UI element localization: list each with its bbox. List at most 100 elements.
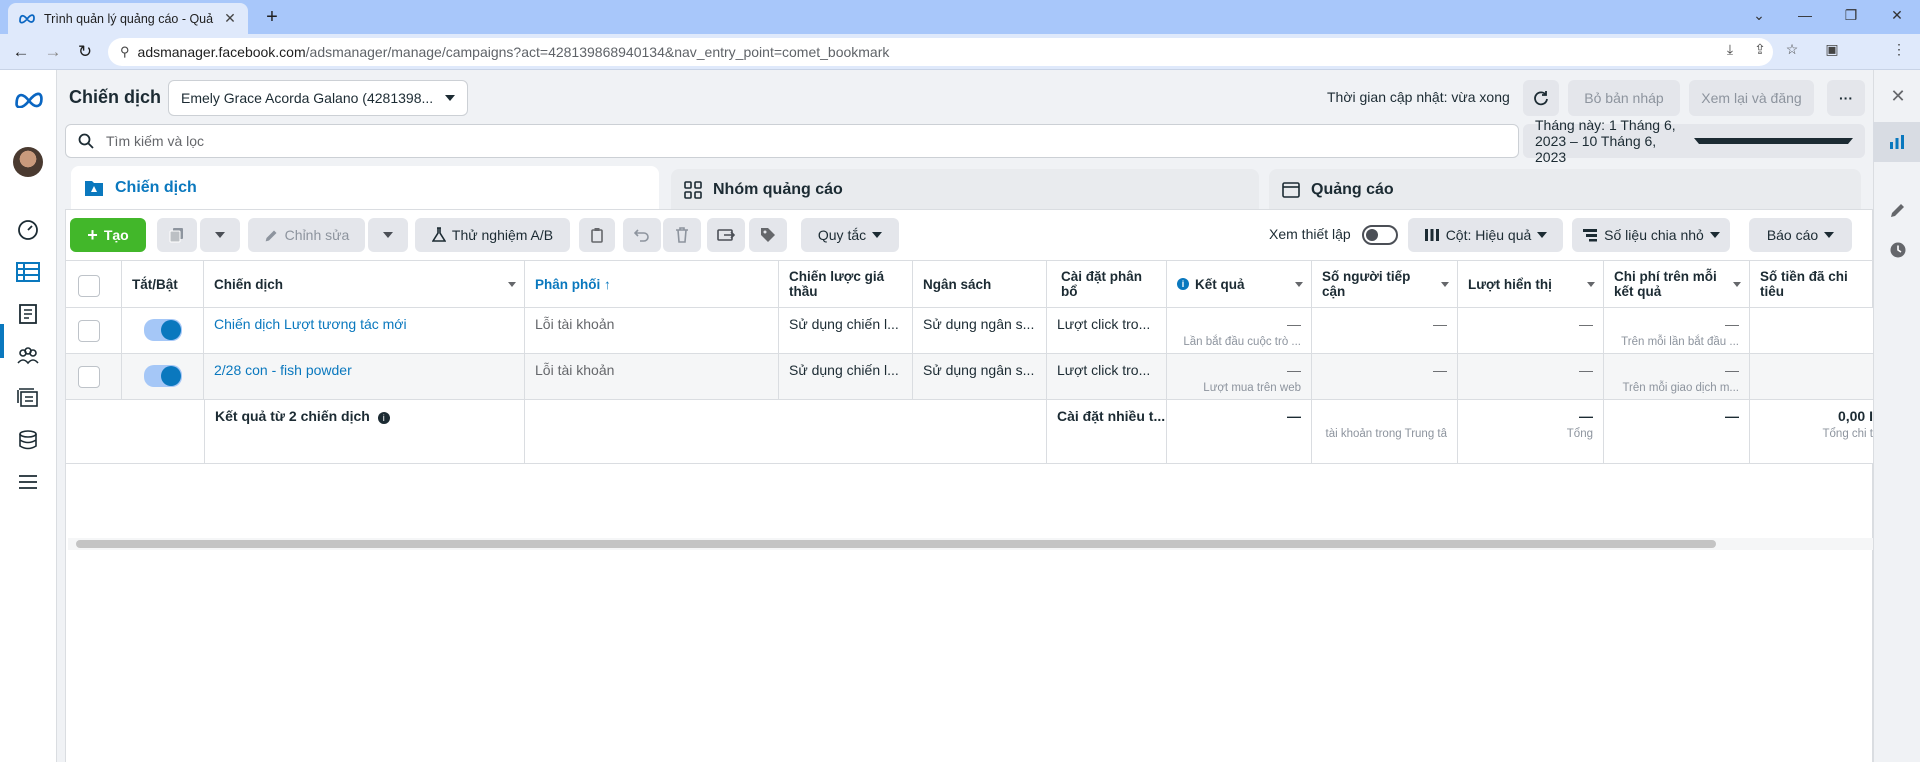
col-delivery[interactable]: Phân phối ↑ bbox=[525, 261, 779, 307]
rules-label: Quy tắc bbox=[817, 227, 867, 243]
attribution-cell: Lượt click tro... bbox=[1047, 354, 1167, 399]
columns-button[interactable]: Cột: Hiệu quả bbox=[1408, 218, 1563, 252]
tab-campaigns[interactable]: Chiến dịch bbox=[71, 166, 659, 210]
more-options-button[interactable]: ··· bbox=[1827, 80, 1865, 116]
ab-test-button[interactable]: Thử nghiệm A/B bbox=[415, 218, 570, 252]
campaign-name-link[interactable]: 2/28 con - fish powder bbox=[214, 362, 352, 378]
media-library-icon[interactable] bbox=[14, 384, 42, 412]
create-button[interactable]: + Tạo bbox=[70, 218, 146, 252]
total-impressions-note: Tổng bbox=[1566, 428, 1593, 440]
tab-close-icon[interactable]: ✕ bbox=[222, 10, 238, 27]
chevron-down-icon bbox=[1824, 232, 1835, 238]
create-label: Tạo bbox=[103, 227, 129, 243]
col-reach-label: Số người tiếp cận bbox=[1322, 269, 1411, 299]
browser-tab[interactable]: Trình quản lý quảng cáo - Quản lý ✕ bbox=[8, 3, 248, 34]
select-all-checkbox[interactable] bbox=[78, 275, 100, 297]
col-campaign[interactable]: Chiến dịch bbox=[204, 261, 525, 307]
share-icon[interactable]: ⇪ bbox=[1751, 40, 1769, 58]
row-checkbox[interactable] bbox=[78, 320, 100, 342]
col-bid-strategy[interactable]: Chiến lược giá thầu bbox=[779, 261, 913, 307]
refresh-button[interactable] bbox=[1523, 80, 1559, 116]
install-icon[interactable]: ⤓ bbox=[1721, 40, 1739, 58]
export-button[interactable] bbox=[707, 218, 745, 252]
edit-dropdown-button[interactable] bbox=[368, 218, 408, 252]
campaign-name-link[interactable]: Chiến dịch Lượt tương tác mới bbox=[214, 316, 407, 332]
breakdown-button[interactable]: Số liệu chia nhỏ bbox=[1572, 218, 1730, 252]
sort-caret-icon bbox=[1733, 282, 1741, 287]
campaign-on-toggle[interactable] bbox=[144, 365, 182, 387]
delete-button[interactable] bbox=[663, 218, 701, 252]
tag-button[interactable] bbox=[749, 218, 787, 252]
info-circle-icon[interactable]: i bbox=[377, 412, 390, 424]
campaign-on-toggle[interactable] bbox=[144, 319, 182, 341]
all-tools-menu-icon[interactable] bbox=[14, 468, 42, 496]
pages-icon[interactable] bbox=[14, 300, 42, 328]
campaigns-table-icon[interactable] bbox=[14, 258, 42, 286]
address-bar: ← → ↻ ⚲ adsmanager.facebook.com/adsmanag… bbox=[0, 34, 1920, 98]
rules-button[interactable]: Quy tắc bbox=[801, 218, 899, 252]
clipboard-button[interactable] bbox=[579, 218, 615, 252]
back-button[interactable]: ← bbox=[9, 40, 33, 64]
date-range-picker[interactable]: Tháng này: 1 Tháng 6, 2023 – 10 Tháng 6,… bbox=[1523, 117, 1865, 165]
bid-cell: Sử dụng chiến l... bbox=[779, 308, 913, 353]
table-row[interactable]: 2/28 con - fish powder Lỗi tài khoản Sử … bbox=[66, 354, 1873, 400]
col-amount-spent[interactable]: Số tiền đã chi tiêu bbox=[1750, 261, 1873, 307]
row-checkbox[interactable] bbox=[78, 366, 100, 388]
tab-search-icon[interactable]: ⌄ bbox=[1736, 0, 1782, 30]
side-panel-icon[interactable]: ▣ bbox=[1823, 40, 1841, 58]
site-info-icon[interactable]: ⚲ bbox=[120, 44, 130, 60]
reach-cell: — bbox=[1312, 308, 1458, 353]
maximize-button[interactable]: ❐ bbox=[1828, 0, 1874, 30]
new-tab-button[interactable]: + bbox=[258, 5, 286, 29]
right-rail: ✕ bbox=[1873, 70, 1920, 762]
discard-drafts-button[interactable]: Bỏ bản nháp bbox=[1568, 80, 1680, 116]
browser-menu-icon[interactable]: ⋮ bbox=[1890, 40, 1908, 58]
duplicate-dropdown-button[interactable] bbox=[200, 218, 240, 252]
close-window-button[interactable]: ✕ bbox=[1874, 0, 1920, 30]
col-attribution[interactable]: Cài đặt phân bổ bbox=[1047, 261, 1167, 307]
col-impressions[interactable]: Lượt hiển thị bbox=[1458, 261, 1604, 307]
budget-cell: Sử dụng ngân s... bbox=[913, 354, 1047, 399]
total-reach-cell: tài khoản trong Trung tâ bbox=[1312, 400, 1458, 463]
attribution-value: Lượt click tro... bbox=[1057, 316, 1151, 332]
tab-campaigns-label: Chiến dịch bbox=[115, 179, 197, 196]
charts-rail-button[interactable] bbox=[1873, 122, 1920, 162]
export-icon bbox=[717, 229, 735, 241]
horizontal-scrollbar[interactable] bbox=[76, 540, 1716, 548]
reload-button[interactable]: ↻ bbox=[73, 40, 97, 64]
total-results: — bbox=[1287, 408, 1301, 424]
col-results-label: Kết quả bbox=[1195, 276, 1245, 292]
meta-logo-icon[interactable] bbox=[13, 90, 45, 108]
duplicate-button[interactable] bbox=[157, 218, 197, 252]
tab-ad-sets[interactable]: Nhóm quảng cáo bbox=[671, 169, 1259, 210]
view-setup-toggle[interactable] bbox=[1362, 225, 1398, 245]
info-icon[interactable]: i bbox=[1177, 278, 1189, 290]
bookmark-star-icon[interactable]: ☆ bbox=[1783, 40, 1801, 58]
history-clock-icon[interactable] bbox=[1886, 238, 1910, 262]
flask-icon bbox=[431, 227, 446, 242]
url-field[interactable]: ⚲ adsmanager.facebook.com/adsmanager/man… bbox=[108, 38, 1773, 66]
reports-button[interactable]: Báo cáo bbox=[1749, 218, 1852, 252]
tab-ads[interactable]: Quảng cáo bbox=[1269, 169, 1861, 210]
overview-gauge-icon[interactable] bbox=[14, 216, 42, 244]
forward-button[interactable]: → bbox=[41, 40, 65, 64]
edit-button[interactable]: Chỉnh sửa bbox=[248, 218, 365, 252]
review-publish-button[interactable]: Xem lại và đăng bbox=[1689, 80, 1814, 116]
edit-pencil-icon[interactable] bbox=[1886, 198, 1910, 222]
undo-button[interactable] bbox=[623, 218, 661, 252]
search-filter-input[interactable]: Tìm kiếm và lọc bbox=[65, 124, 1519, 158]
col-reach[interactable]: Số người tiếp cận bbox=[1312, 261, 1458, 307]
audiences-icon[interactable] bbox=[14, 342, 42, 370]
table-row[interactable]: Chiến dịch Lượt tương tác mới Lỗi tài kh… bbox=[66, 308, 1873, 354]
col-results[interactable]: i Kết quả bbox=[1167, 261, 1312, 307]
campaigns-panel: + Tạo Chỉnh sửa Thử nghiệm A/B Quy tắc X… bbox=[65, 209, 1873, 762]
minimize-button[interactable]: — bbox=[1782, 0, 1828, 30]
col-budget[interactable]: Ngân sách bbox=[913, 261, 1047, 307]
account-avatar[interactable] bbox=[13, 147, 43, 177]
col-cost-per-result[interactable]: Chi phí trên mỗi kết quả bbox=[1604, 261, 1750, 307]
close-panel-icon[interactable]: ✕ bbox=[1886, 84, 1910, 108]
account-selector[interactable]: Emely Grace Acorda Galano (4281398... bbox=[168, 80, 468, 116]
results-value: — bbox=[1287, 362, 1301, 378]
col-toggle[interactable]: Tắt/Bật bbox=[122, 261, 204, 307]
billing-icon[interactable] bbox=[14, 426, 42, 454]
